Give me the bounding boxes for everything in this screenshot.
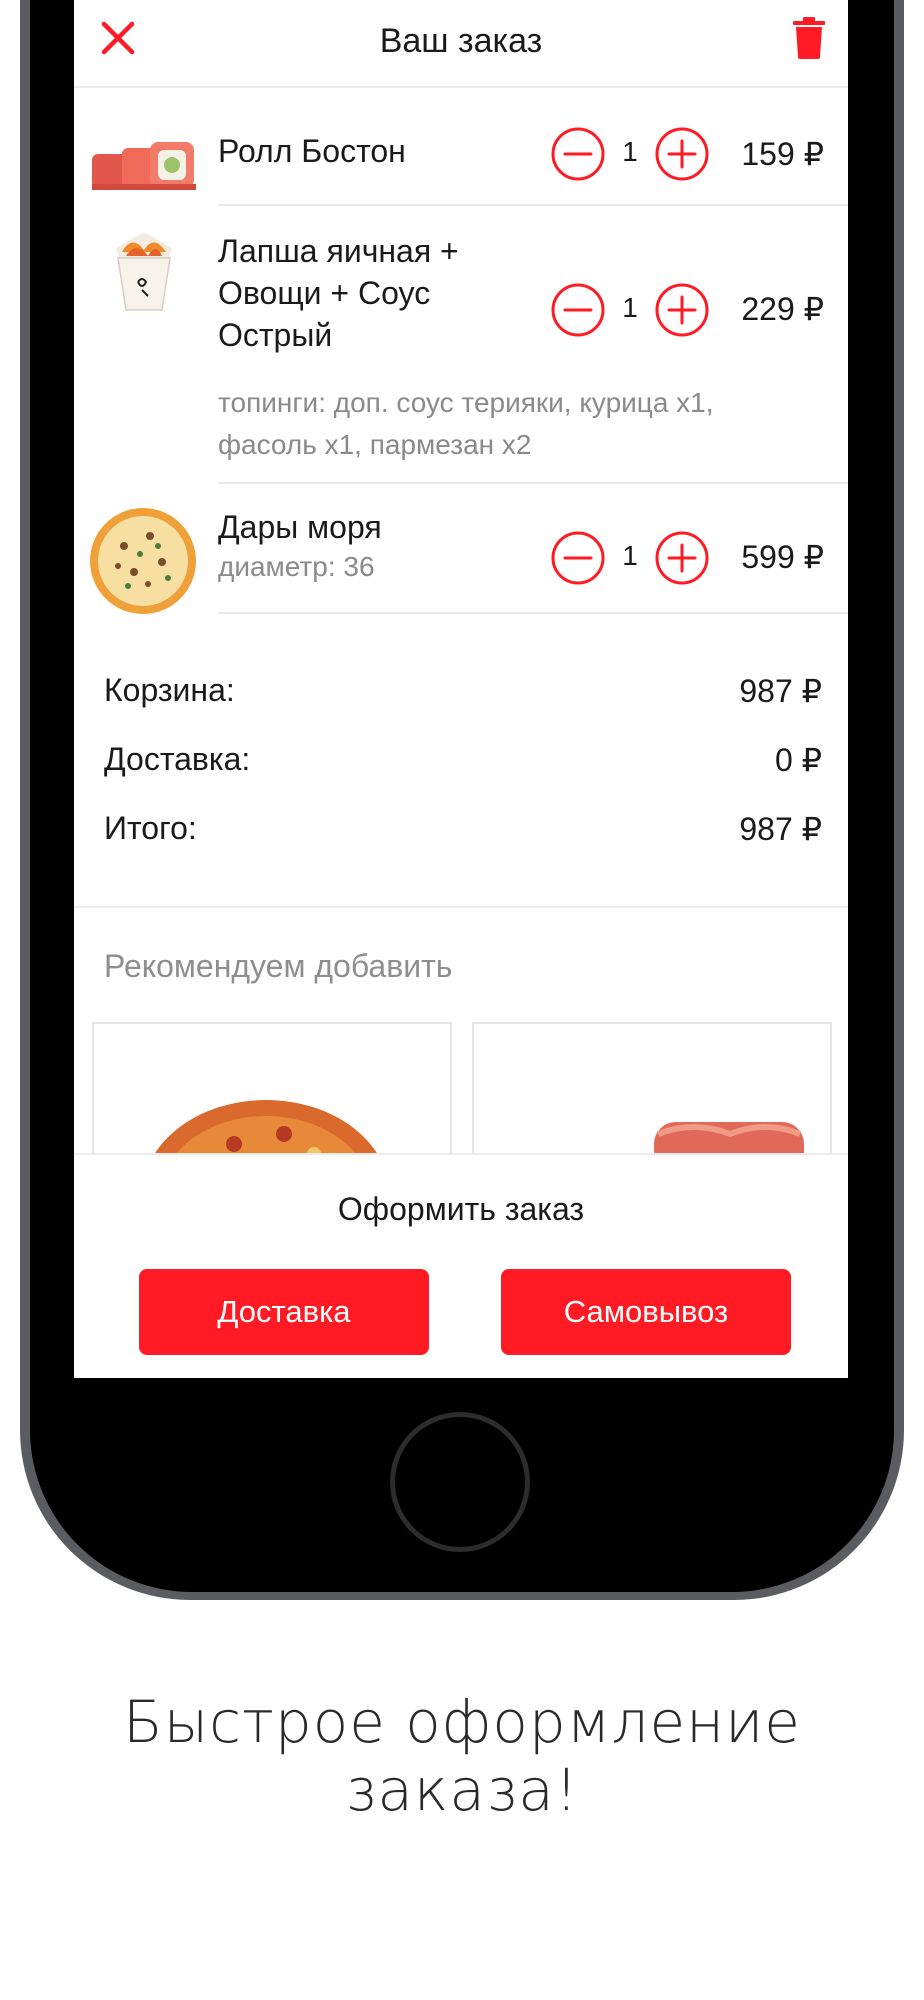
order-totals: Корзина: 987 ₽ Доставка: 0 ₽ Итого: 987 … [104, 672, 822, 879]
delivery-row: Доставка: 0 ₽ [104, 741, 822, 810]
delivery-button[interactable]: Доставка [139, 1269, 429, 1355]
cart-item: Лапша яичная + Овощи + Соус Острый топин… [74, 206, 848, 484]
checkout-title: Оформить заказ [337, 1191, 585, 1227]
plus-icon[interactable] [654, 530, 710, 586]
app-screen: Ваш заказ Ролл Бостон 1 159 ₽ Лапша яичн… [74, 0, 848, 1378]
pickup-button[interactable]: Самовывоз [501, 1269, 791, 1355]
quantity-value: 1 [622, 136, 638, 167]
trash-icon[interactable] [792, 16, 826, 60]
item-details: диаметр: 36 [218, 551, 375, 582]
plus-icon[interactable] [654, 282, 710, 338]
plus-icon[interactable] [654, 126, 710, 182]
cart-value: 987 ₽ [739, 673, 822, 709]
promo-tagline: Быстрое оформление заказа! [123, 1688, 801, 1824]
total-value: 987 ₽ [739, 811, 822, 847]
checkout-panel: Оформить заказ Доставка Самовывоз [74, 1153, 848, 1378]
pizza-thumbnail [90, 508, 196, 614]
delivery-label: Доставка: [104, 741, 251, 777]
home-button[interactable] [390, 1412, 530, 1552]
item-name: Дары моря [218, 509, 382, 545]
quantity-value: 1 [622, 540, 638, 571]
cart-item: Дары моря диаметр: 36 1 599 ₽ [74, 484, 848, 614]
quantity-stepper: 1 [550, 530, 710, 586]
item-price: 599 ₽ [741, 539, 824, 575]
recommend-title: Рекомендуем добавить [104, 948, 453, 984]
quantity-stepper: 1 [550, 126, 710, 182]
page-title: Ваш заказ [379, 22, 543, 60]
cart-total-row: Корзина: 987 ₽ [104, 672, 822, 741]
minus-icon[interactable] [550, 282, 606, 338]
item-price: 229 ₽ [741, 291, 824, 327]
total-label: Итого: [104, 810, 197, 846]
delivery-value: 0 ₽ [774, 742, 822, 778]
grand-total-row: Итого: 987 ₽ [104, 810, 822, 879]
cart-label: Корзина: [104, 672, 235, 708]
sushi-roll-thumbnail [92, 142, 196, 190]
quantity-value: 1 [622, 292, 638, 323]
row-divider [218, 612, 848, 614]
item-price: 159 ₽ [741, 136, 824, 172]
minus-icon[interactable] [550, 530, 606, 586]
quantity-stepper: 1 [550, 282, 710, 338]
noodle-box-thumbnail [116, 232, 172, 311]
header: Ваш заказ [74, 0, 848, 88]
section-divider [74, 906, 848, 908]
item-name: Ролл Бостон [218, 133, 406, 169]
item-name: Лапша яичная + Овощи + Соус Острый [218, 233, 459, 353]
minus-icon[interactable] [550, 126, 606, 182]
cart-item: Ролл Бостон 1 159 ₽ [74, 90, 848, 206]
item-details: топинги: доп. соус терияки, курица х1, ф… [218, 387, 714, 460]
